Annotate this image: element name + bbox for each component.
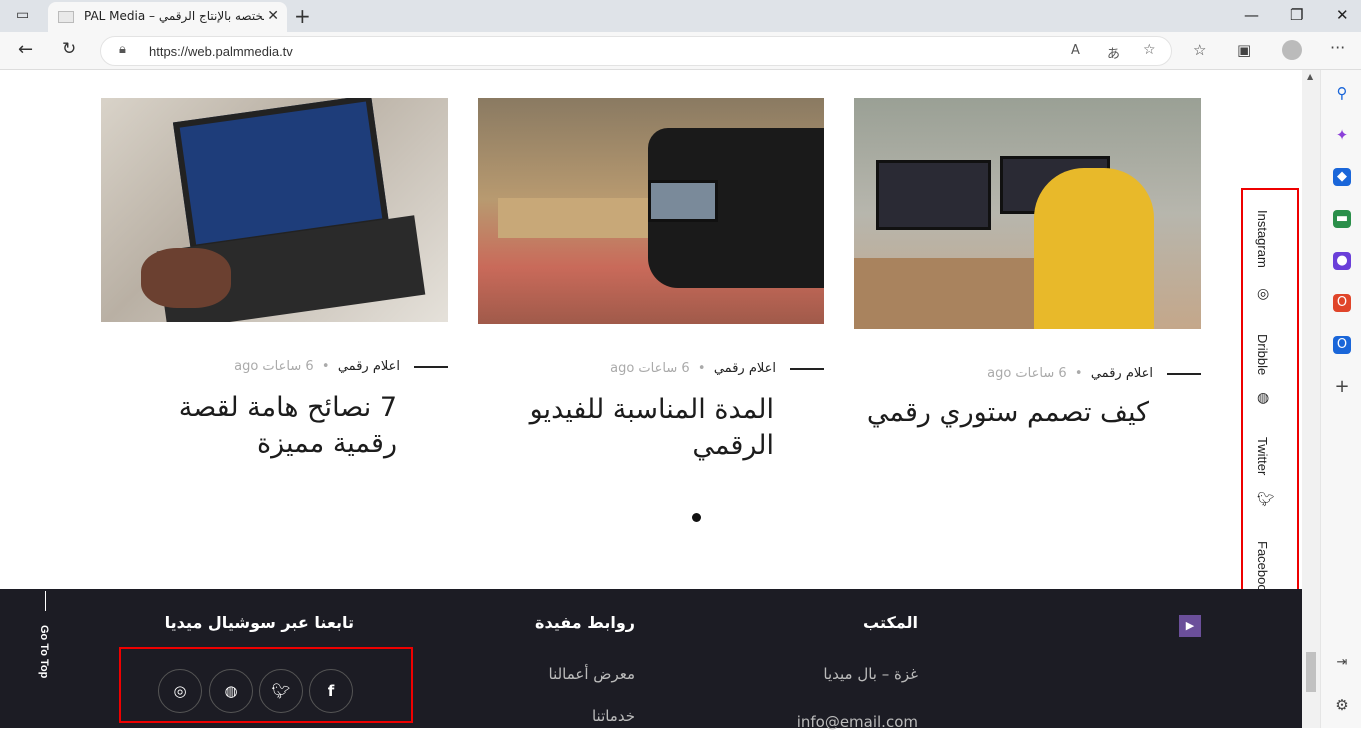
back-icon[interactable]: ← [18,39,33,60]
edge-sidebar: ⚲ ✦ ◆ ▬ ● O O + ⇥ ⚙ [1320,70,1361,728]
tab-actions-icon[interactable]: ▭ [16,7,29,23]
lock-icon[interactable]: 🔒︎ [119,42,126,57]
card-meta-2: اعلام رقمي • 6 ساعات ago [610,361,824,376]
services-link[interactable]: خدماتنا [592,707,635,725]
outlook-icon[interactable]: O [1333,336,1351,354]
favorites-icon[interactable]: ☆ [1193,41,1206,59]
refresh-icon[interactable]: ↻ [62,39,76,59]
office-icon[interactable]: O [1333,294,1351,312]
minimize-icon[interactable]: — [1244,6,1259,24]
card-category[interactable]: اعلام رقمي [714,361,776,376]
office-address: غزة – بال ميديا [823,665,918,683]
read-aloud-icon[interactable]: A [1071,43,1080,58]
page-scrollbar[interactable]: ▲ [1302,70,1320,728]
dribble-button[interactable]: ◍ [209,669,253,713]
shopping-icon[interactable]: ◆ [1333,168,1351,186]
new-tab-icon[interactable]: + [294,4,311,28]
card-title-line: 7 نصائح هامة لقصة [178,392,397,423]
instagram-icon[interactable]: ◎ [1257,286,1269,302]
card-title-3[interactable]: 7 نصائح هامة لقصة رقمية مميزة [77,390,397,463]
card-title-1[interactable]: كيف تصمم ستوري رقمي [829,395,1149,431]
office-email[interactable]: info@email.com [797,713,918,731]
links-heading: روابط مفيدة [535,613,635,632]
url-field[interactable]: 🔒︎ https://web.palmmedia.tv A あ ☆ [100,36,1172,66]
camera-monitor [648,180,718,222]
office-heading: المكتب [863,613,918,632]
add-icon[interactable]: + [1333,378,1351,396]
url-text: https://web.palmmedia.tv [149,44,293,59]
card-time: 6 ساعات ago [234,359,314,374]
meta-divider [1167,372,1201,375]
card-title-line: الرقمي [692,430,774,462]
card-category[interactable]: اعلام رقمي [1091,366,1153,381]
translate-icon[interactable]: あ [1107,43,1120,62]
card-meta-3: اعلام رقمي • 6 ساعات ago [234,359,448,374]
card-image-1[interactable] [854,98,1201,329]
facebook-button[interactable]: f [309,669,353,713]
collections-icon[interactable]: ▣ [1237,41,1251,59]
scroll-up-icon[interactable]: ▲ [1307,72,1313,81]
portfolio-link[interactable]: معرض أعمالنا [549,665,635,683]
go-to-top-link[interactable]: Go To Top [38,625,50,678]
copilot-icon[interactable]: ✦ [1333,126,1351,144]
dribble-link[interactable]: Dribble [1255,334,1270,375]
scroll-thumb[interactable] [1306,652,1316,692]
twitter-link[interactable]: Twitter [1255,437,1270,475]
add-favorite-icon[interactable]: ☆ [1143,42,1156,58]
card-title-line: رقمية مميزة [256,428,397,460]
meta-divider [414,365,448,368]
card-time: 6 ساعات ago [610,361,690,376]
tools-icon[interactable]: ▬ [1333,210,1351,228]
carousel-dot[interactable] [692,513,701,522]
search-icon[interactable]: ⚲ [1333,84,1351,102]
floating-social-bar: Instagram ◎ Dribble ◍ Twitter 🐦︎ Faceboo… [1241,188,1299,645]
instagram-button[interactable]: ◎ [158,669,202,713]
hand-shape [141,248,231,308]
close-tab-icon[interactable]: ✕ [267,8,279,24]
settings-icon[interactable]: ⚙ [1333,696,1351,714]
hide-sidebar-icon[interactable]: ⇥ [1333,654,1351,672]
dribble-icon[interactable]: ◍ [1257,390,1269,406]
tab-bar: ▭ PAL Media – مختصه بالإنتاج الرقمي ✕ + … [0,0,1361,32]
games-icon[interactable]: ● [1333,252,1351,270]
monitor-left [876,160,991,230]
person-yellow [1034,168,1154,329]
site-logo[interactable]: ▶ [1179,615,1201,637]
close-window-icon[interactable]: ✕ [1336,6,1349,24]
card-title-2[interactable]: المدة المناسبة للفيديو الرقمي [454,392,774,465]
card-meta-1: اعلام رقمي • 6 ساعات ago [987,366,1201,381]
card-image-2[interactable] [478,98,824,324]
tab-title: PAL Media – مختصه بالإنتاج الرقمي [84,9,264,23]
twitter-icon[interactable]: 🐦︎ [1257,492,1275,508]
browser-tab[interactable]: PAL Media – مختصه بالإنتاج الرقمي ✕ [48,2,287,32]
address-bar-row: ← ↻ 🔒︎ https://web.palmmedia.tv A あ ☆ ☆ … [0,32,1361,70]
go-top-line [45,591,46,611]
more-icon[interactable]: ··· [1330,38,1345,57]
site-footer: Go To Top تابعنا عبر سوشيال ميديا ◎ ◍ 🐦︎… [0,589,1302,731]
profile-avatar[interactable] [1282,40,1302,60]
card-title-line: كيف تصمم ستوري رقمي [866,397,1149,428]
twitter-button[interactable]: 🐦︎ [259,669,303,713]
card-time: 6 ساعات ago [987,366,1067,381]
restore-icon[interactable]: ❐ [1290,6,1303,24]
meta-divider [790,367,824,370]
social-heading: تابعنا عبر سوشيال ميديا [164,613,354,632]
desk [854,258,1034,329]
instagram-link[interactable]: Instagram [1255,210,1270,268]
card-title-line: المدة المناسبة للفيديو [529,394,774,425]
card-category[interactable]: اعلام رقمي [338,359,400,374]
favicon-icon [58,11,74,23]
card-image-3[interactable] [101,98,448,322]
